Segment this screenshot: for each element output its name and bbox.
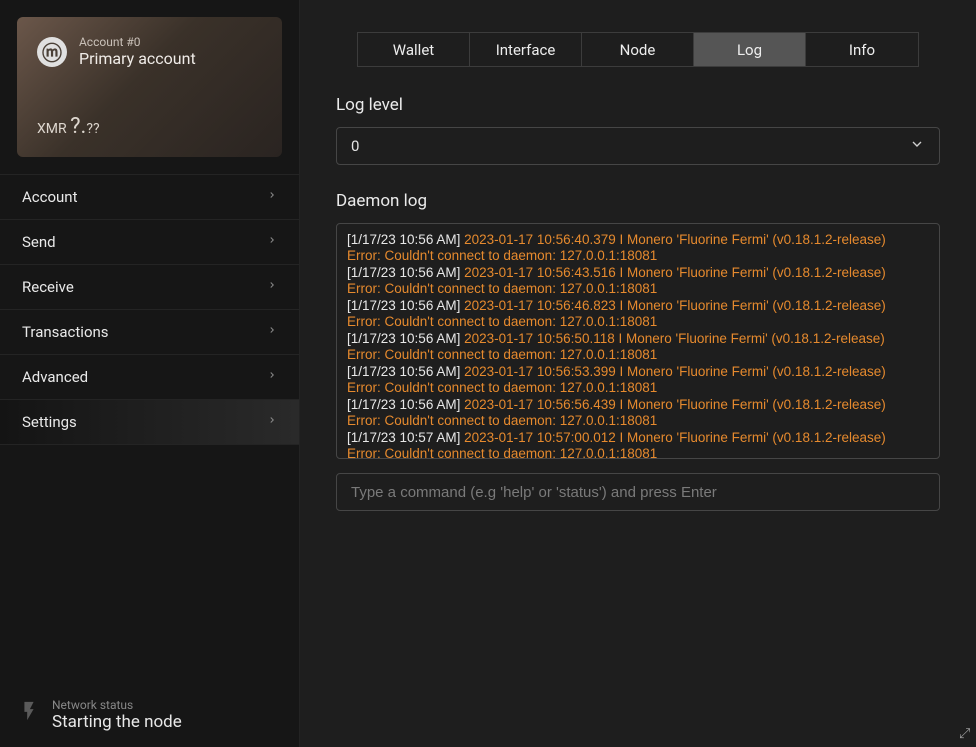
chevron-right-icon (267, 413, 277, 431)
bolt-icon (18, 696, 40, 733)
log-entry-error: Error: Couldn't connect to daemon: 127.0… (347, 248, 929, 264)
log-entry-error: Error: Couldn't connect to daemon: 127.0… (347, 446, 929, 459)
sidebar-item-label: Send (22, 233, 56, 251)
log-entry-error: Error: Couldn't connect to daemon: 127.0… (347, 347, 929, 363)
sidebar-item-label: Settings (22, 413, 77, 431)
account-balance: XMR ?.?? (37, 114, 100, 139)
sidebar-item-label: Transactions (22, 323, 109, 341)
sidebar-item-account[interactable]: Account (0, 175, 299, 220)
tab-node[interactable]: Node (582, 33, 694, 66)
log-entry-error: Error: Couldn't connect to daemon: 127.0… (347, 380, 929, 396)
log-entry: [1/17/23 10:56 AM] 2023-01-17 10:56:53.3… (347, 364, 929, 380)
tab-info[interactable]: Info (806, 33, 918, 66)
sidebar-item-send[interactable]: Send (0, 220, 299, 265)
tab-wallet[interactable]: Wallet (358, 33, 470, 66)
log-entry: [1/17/23 10:56 AM] 2023-01-17 10:56:46.8… (347, 298, 929, 314)
sidebar-item-settings[interactable]: Settings (0, 400, 299, 445)
log-entry: [1/17/23 10:56 AM] 2023-01-17 10:56:50.1… (347, 331, 929, 347)
command-input[interactable] (336, 473, 940, 511)
log-level-value: 0 (351, 137, 359, 155)
chevron-right-icon (267, 278, 277, 296)
sidebar-nav: Account Send Receive Transactions Advanced Se… (0, 174, 299, 445)
chevron-right-icon (267, 368, 277, 386)
log-level-select[interactable]: 0 (336, 127, 940, 165)
sidebar: ⓜ Account #0 Primary account XMR ?.?? Ac… (0, 0, 300, 747)
network-status[interactable]: Network status Starting the node (18, 696, 182, 733)
account-card[interactable]: ⓜ Account #0 Primary account XMR ?.?? (17, 17, 282, 157)
settings-tabs: WalletInterfaceNodeLogInfo (357, 32, 919, 67)
log-entry: [1/17/23 10:57 AM] 2023-01-17 10:57:00.0… (347, 430, 929, 446)
sidebar-item-label: Account (22, 188, 78, 206)
chevron-right-icon (267, 323, 277, 341)
log-entry-error: Error: Couldn't connect to daemon: 127.0… (347, 281, 929, 297)
monero-logo-icon: ⓜ (37, 37, 67, 67)
network-status-text: Starting the node (52, 712, 182, 732)
log-entry: [1/17/23 10:56 AM] 2023-01-17 10:56:56.4… (347, 397, 929, 413)
sidebar-item-transactions[interactable]: Transactions (0, 310, 299, 355)
sidebar-item-label: Advanced (22, 368, 88, 386)
log-entry: [1/17/23 10:56 AM] 2023-01-17 10:56:43.5… (347, 265, 929, 281)
sidebar-item-receive[interactable]: Receive (0, 265, 299, 310)
account-number: Account #0 (79, 35, 196, 49)
resize-handle-icon[interactable]: ⤡ (956, 727, 972, 738)
chevron-right-icon (267, 233, 277, 251)
log-entry: [1/17/23 10:56 AM] 2023-01-17 10:56:40.3… (347, 232, 929, 248)
log-entry-error: Error: Couldn't connect to daemon: 127.0… (347, 413, 929, 429)
account-name: Primary account (79, 49, 196, 68)
tab-log[interactable]: Log (694, 33, 806, 66)
daemon-log-output[interactable]: [1/17/23 10:56 AM] 2023-01-17 10:56:40.3… (336, 223, 940, 459)
sidebar-item-label: Receive (22, 278, 74, 296)
daemon-log-label: Daemon log (336, 191, 940, 211)
log-entry-error: Error: Couldn't connect to daemon: 127.0… (347, 314, 929, 330)
network-status-label: Network status (52, 698, 182, 712)
sidebar-item-advanced[interactable]: Advanced (0, 355, 299, 400)
chevron-right-icon (267, 188, 277, 206)
main-panel: WalletInterfaceNodeLogInfo Log level 0 D… (300, 0, 976, 747)
chevron-down-icon (909, 136, 925, 156)
tab-interface[interactable]: Interface (470, 33, 582, 66)
log-level-label: Log level (336, 95, 940, 115)
